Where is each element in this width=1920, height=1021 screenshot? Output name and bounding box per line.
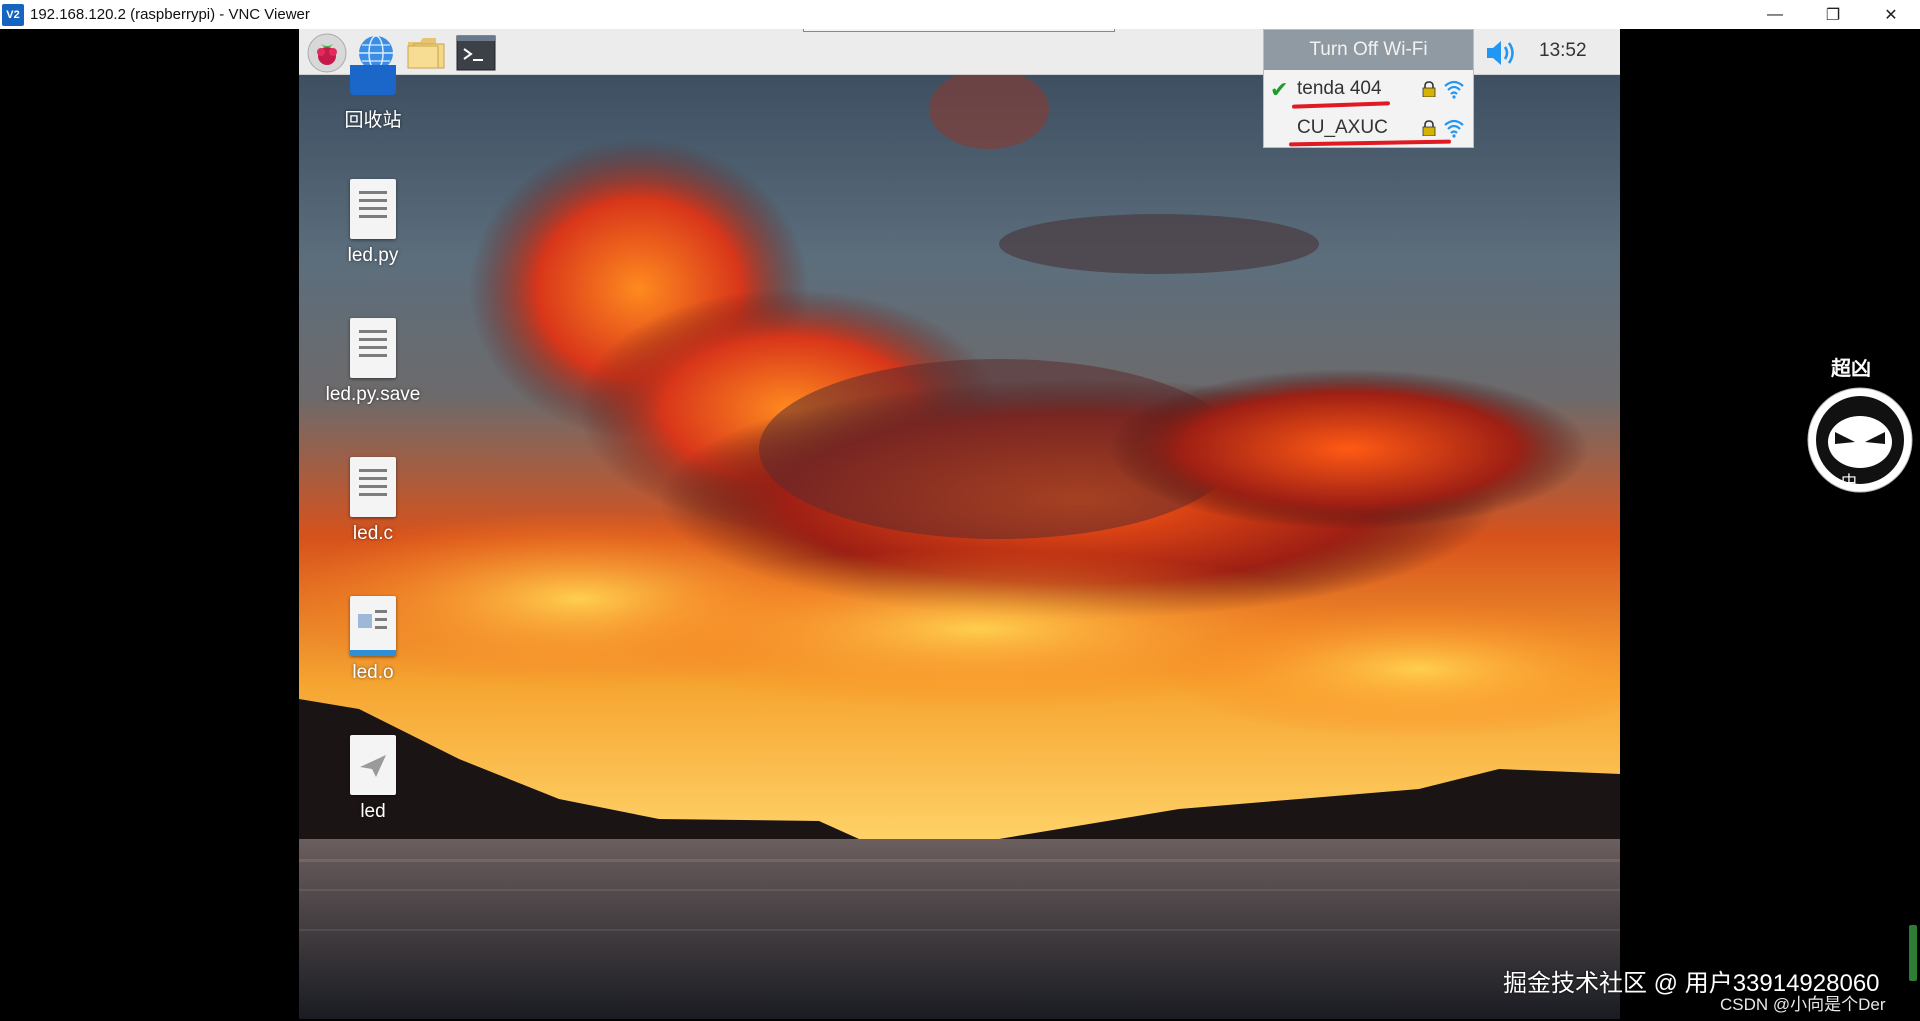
desktop-item-trash[interactable]: 回收站 xyxy=(299,65,453,132)
trash-icon xyxy=(350,65,396,95)
taskbar-task-slot[interactable] xyxy=(803,29,1115,32)
executable-file-icon xyxy=(350,735,396,795)
lock-icon xyxy=(1422,81,1436,97)
text-file-icon xyxy=(350,179,396,239)
wifi-signal-icon xyxy=(1444,119,1464,138)
connected-check-icon: ✔ xyxy=(1270,77,1289,102)
desktop-item-led-o[interactable]: led.o xyxy=(299,596,453,684)
restore-button[interactable]: ❐ xyxy=(1804,0,1862,29)
vnc-title-bar: V2 192.168.120.2 (raspberrypi) - VNC Vie… xyxy=(0,0,1920,29)
desktop-item-label: led.o xyxy=(352,662,394,683)
remote-desktop[interactable]: 13:52 Turn Off Wi-Fi ✔ tenda 404 CU_AXUC xyxy=(299,29,1620,1019)
window-title: 192.168.120.2 (raspberrypi) - VNC Viewer xyxy=(30,6,310,23)
wifi-ssid: tenda 404 xyxy=(1297,78,1382,99)
desktop-item-led[interactable]: led xyxy=(299,735,453,823)
desktop-item-label: 回收站 xyxy=(344,110,402,131)
desktop-item-label: led.c xyxy=(352,523,394,544)
desktop-item-label: led.py xyxy=(347,245,399,266)
wifi-signal-icon xyxy=(1444,80,1464,99)
sunset-wallpaper xyxy=(299,29,1620,1019)
wifi-menu: Turn Off Wi-Fi ✔ tenda 404 CU_AXUC xyxy=(1263,29,1474,148)
text-file-icon xyxy=(350,318,396,378)
logo-top-text: 超凶 xyxy=(1831,356,1871,380)
vnc-app-icon: V2 xyxy=(2,3,24,26)
desktop-item-led-py-save[interactable]: led.py.save xyxy=(299,318,453,406)
desktop-item-label: led.py.save xyxy=(325,384,421,405)
volume-icon[interactable] xyxy=(1483,35,1519,71)
clock[interactable]: 13:52 xyxy=(1539,40,1587,62)
wifi-ssid: CU_AXUC xyxy=(1297,117,1388,138)
turn-off-wifi-item[interactable]: Turn Off Wi-Fi xyxy=(1264,30,1473,70)
watermark-csdn: CSDN @小向是个Der xyxy=(1720,995,1886,1014)
object-file-icon xyxy=(350,596,396,656)
lock-icon xyxy=(1422,120,1436,136)
window-controls: — ❐ ✕ xyxy=(1746,0,1920,29)
side-logo: 超凶 中 xyxy=(1805,352,1915,507)
terminal-icon[interactable] xyxy=(456,33,496,73)
logo-bottom-text: 中 xyxy=(1841,472,1858,491)
close-button[interactable]: ✕ xyxy=(1862,0,1920,29)
scroll-indicator[interactable] xyxy=(1909,925,1917,981)
minimize-button[interactable]: — xyxy=(1746,0,1804,29)
desktop-item-label: led xyxy=(360,801,386,822)
text-file-icon xyxy=(350,457,396,517)
desktop-item-led-c[interactable]: led.c xyxy=(299,457,453,545)
desktop-item-led-py[interactable]: led.py xyxy=(299,179,453,267)
